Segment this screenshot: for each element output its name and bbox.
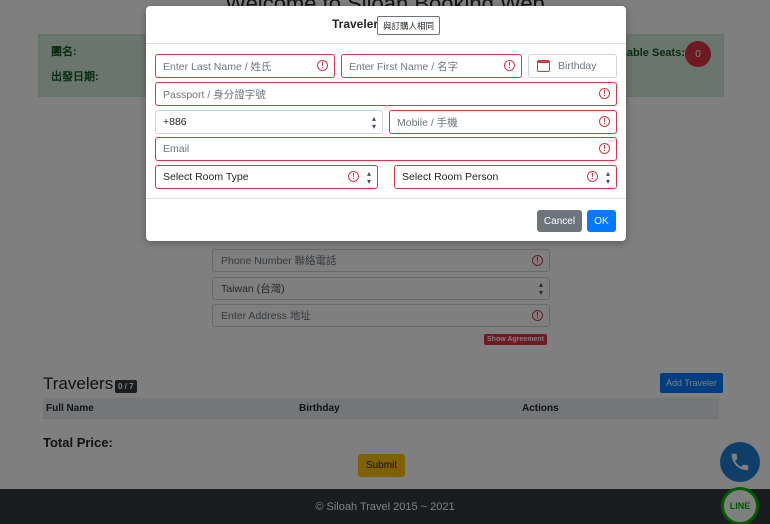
calendar-icon [537, 60, 550, 72]
modal-footer: Cancel OK [146, 198, 626, 241]
exclamation-circle-icon: ! [587, 171, 598, 182]
room-type-placeholder: Select Room Type [163, 171, 249, 183]
exclamation-circle-icon: ! [599, 116, 610, 127]
passport-field[interactable]: Passport / 身分證字號 ! [155, 82, 617, 106]
select-arrows-icon: ▴▾ [371, 114, 376, 131]
first-name-placeholder: Enter First Name / 名字 [349, 60, 459, 73]
birthday-placeholder: Birthday [558, 60, 597, 72]
email-placeholder: Email [163, 143, 190, 155]
exclamation-circle-icon: ! [317, 60, 328, 71]
cancel-button[interactable]: Cancel [537, 210, 582, 232]
mobile-placeholder: Mobile / 手機 [397, 116, 458, 129]
last-name-field[interactable]: Enter Last Name / 姓氏 ! [155, 54, 335, 78]
exclamation-circle-icon: ! [599, 143, 610, 154]
exclamation-circle-icon: ! [504, 60, 515, 71]
room-type-select[interactable]: Select Room Type ! ▴ ▾ [155, 165, 378, 189]
ok-button[interactable]: OK [587, 210, 616, 232]
select-arrows-icon: ▴▾ [366, 169, 371, 186]
traveler-modal: Traveler 與訂購人相同 Enter Last Name / 姓氏 ! E… [146, 6, 626, 241]
room-person-placeholder: Select Room Person [402, 171, 499, 183]
exclamation-circle-icon: ! [348, 171, 359, 182]
same-as-buyer-button[interactable]: 與訂購人相同 [377, 16, 441, 35]
modal-header: Traveler 與訂購人相同 [146, 6, 626, 44]
room-person-select[interactable]: Select Room Person ! ▴ ▾ [394, 165, 617, 189]
birthday-field[interactable]: Birthday [528, 54, 617, 78]
country-code-value: +886 [163, 116, 187, 128]
mobile-field[interactable]: Mobile / 手機 ! [389, 110, 617, 134]
modal-title: Traveler [332, 17, 379, 31]
last-name-placeholder: Enter Last Name / 姓氏 [163, 60, 272, 73]
first-name-field[interactable]: Enter First Name / 名字 ! [341, 54, 522, 78]
select-arrows-icon: ▴▾ [605, 169, 610, 186]
country-code-select[interactable]: +886 ▴ ▾ [155, 110, 383, 134]
exclamation-circle-icon: ! [599, 88, 610, 99]
email-field[interactable]: Email ! [155, 137, 617, 161]
passport-placeholder: Passport / 身分證字號 [163, 88, 266, 101]
